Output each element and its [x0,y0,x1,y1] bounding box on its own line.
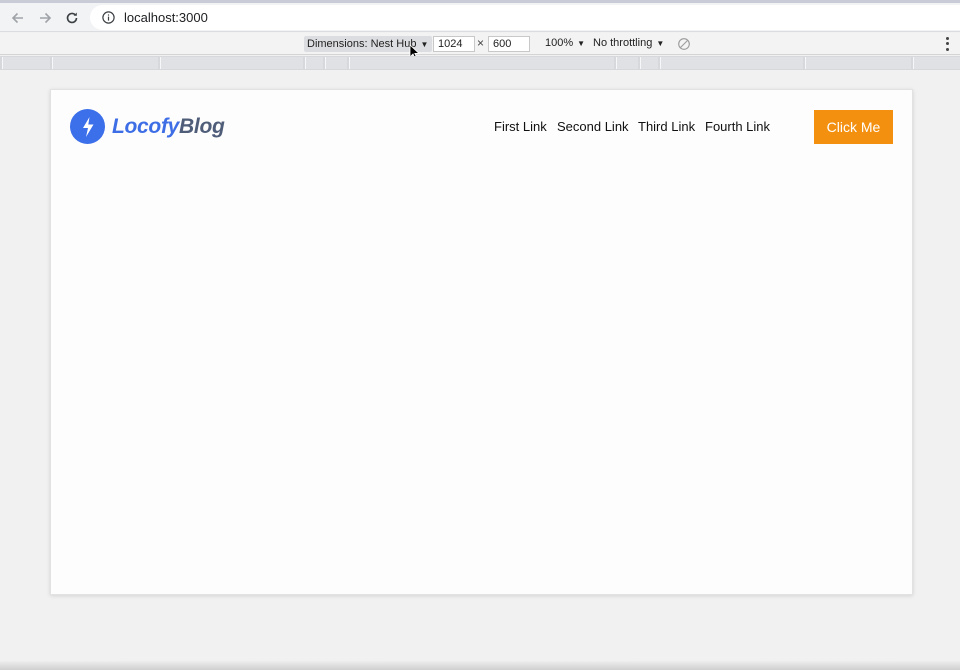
nav-link-first[interactable]: First Link [494,119,547,134]
times-symbol: × [477,36,485,50]
nav-link-third[interactable]: Third Link [638,119,695,134]
rotate-icon[interactable] [677,37,691,51]
info-icon[interactable] [100,10,116,26]
address-bar[interactable]: localhost:3000 [90,5,960,30]
lightning-bolt-icon [70,109,105,144]
height-input[interactable]: 600 [488,36,530,52]
reload-icon [66,12,78,24]
chevron-down-icon: ▼ [656,38,665,48]
width-input[interactable]: 1024 [433,36,475,52]
media-query-segment[interactable] [325,57,347,69]
zoom-dropdown[interactable]: 100% ▼ [545,37,585,49]
media-query-bar [0,56,960,70]
zoom-label: 100% [545,37,574,49]
arrow-right-icon [40,12,52,24]
click-me-button[interactable]: Click Me [814,110,893,144]
chevron-down-icon: ▼ [577,38,586,48]
throttling-dropdown[interactable]: No throttling ▼ [593,37,664,49]
browser-toolbar: localhost:3000 [0,3,960,32]
forward-button[interactable] [35,8,55,28]
media-query-segment[interactable] [660,57,803,69]
logo-word-locofy: Locofy [112,114,180,138]
nav-link-second[interactable]: Second Link [557,119,629,134]
chevron-down-icon: ▼ [420,39,429,49]
arrow-left-icon [11,12,23,24]
media-query-segment[interactable] [616,57,638,69]
nav-link-fourth[interactable]: Fourth Link [705,119,770,134]
reload-button[interactable] [62,8,82,28]
dimensions-label: Dimensions: Nest Hub [307,38,417,50]
media-query-segment[interactable] [305,57,323,69]
emulated-viewport: LocofyBlog First Link Second Link Third … [50,89,913,595]
site-logo[interactable]: LocofyBlog [70,109,225,144]
media-query-segment[interactable] [640,57,658,69]
media-query-segment[interactable] [913,57,960,69]
media-query-segment[interactable] [52,57,158,69]
url-text[interactable]: localhost:3000 [124,10,208,25]
window-bottom-edge [0,660,960,670]
logo-word-blog: Blog [179,114,225,138]
back-button[interactable] [8,8,28,28]
more-options-icon[interactable] [944,36,950,52]
throttling-label: No throttling [593,37,653,49]
device-toolbar: Dimensions: Nest Hub ▼ 1024 × 600 100% ▼… [0,33,960,55]
media-query-segment[interactable] [2,57,50,69]
media-query-segment[interactable] [805,57,911,69]
media-query-segment[interactable] [349,57,614,69]
logo-wordmark: LocofyBlog [112,115,225,139]
media-query-segment[interactable] [160,57,303,69]
